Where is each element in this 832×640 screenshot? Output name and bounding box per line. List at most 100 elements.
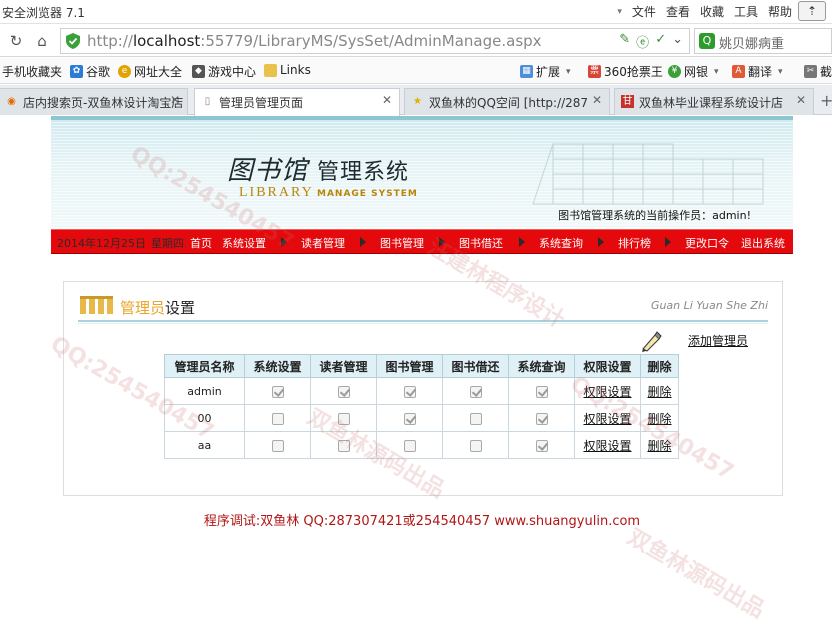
delete-link[interactable]: 删除 [647,439,671,453]
pin-window-button[interactable]: ⇡ [798,1,826,21]
admin-table: 管理员名称 系统设置 读者管理 图书管理 图书借还 系统查询 权限设置 删除 a… [164,354,679,459]
nav-reader-management[interactable]: 读者管理 [301,235,345,251]
checkbox-system-settings[interactable] [271,385,284,398]
checkbox-reader-management[interactable] [337,439,350,452]
edit-page-icon[interactable]: ✎ [619,32,630,51]
logo-subtitle-manage: MANAGE SYSTEM [317,189,418,199]
perm-cell-book-management [376,431,443,459]
nav-date: 2014年12月25日 星期四 [57,237,184,250]
library-building-image [532,143,764,205]
nav-system-settings[interactable]: 系统设置 [222,235,266,251]
taobao-icon: ◉ [7,96,16,107]
delete-link[interactable]: 删除 [647,412,671,426]
chevron-down-icon: ▾ [714,66,719,77]
nav-book-borrow-return[interactable]: 图书借还 [459,235,503,251]
fav-ticket[interactable]: 票 360抢票王 [588,63,663,80]
checkbox-system-settings[interactable] [271,439,284,452]
tab-admin-manage[interactable]: ▯ 管理员管理页面 ✕ [194,88,400,116]
reload-icon[interactable]: ↻ [6,31,26,51]
delete-cell: 删除 [640,377,679,405]
nav-logout[interactable]: 退出系统 [741,235,785,251]
page-icon: ▯ [204,96,211,107]
paw-icon: ✿ [70,65,83,78]
section-mark-icon [80,296,113,314]
checkbox-system-query[interactable] [535,385,548,398]
checkbox-book-borrow-return[interactable] [469,439,482,452]
menu-favorites[interactable]: 收藏 [700,3,724,20]
perm-cell-reader-management [310,431,377,459]
chevron-down-icon[interactable]: ▾ [617,7,622,17]
nav-ranking[interactable]: 排行榜 [618,235,651,251]
nav-arrow-icon [598,237,604,247]
tab-taobao-search[interactable]: ◉ 店内搜索页-双鱼林设计淘宝店 ✕ [0,88,188,115]
search-input[interactable]: Q 姚贝娜病重 [694,28,832,54]
delete-cell: 删除 [640,404,679,432]
checkbox-book-borrow-return[interactable] [469,412,482,425]
tab-graduation-shop[interactable]: 甘 双鱼林毕业课程系统设计店 ✕ [614,88,814,115]
favorite-check-icon[interactable]: ✓ [655,32,666,51]
nav-arrow-icon [665,237,671,247]
star-icon: ★ [413,96,422,107]
permission-setting-link[interactable]: 权限设置 [583,439,631,453]
close-icon[interactable]: ✕ [592,93,602,107]
chevron-down-icon[interactable]: ⌄ [672,32,683,51]
delete-link[interactable]: 删除 [647,385,671,399]
url-input[interactable]: http://localhost:55779/LibraryMS/SysSet/… [60,28,690,54]
fav-screenshot[interactable]: ✂截图 [804,63,832,80]
fav-site-directory[interactable]: e 网址大全 [118,63,182,80]
nav-change-password[interactable]: 更改口令 [685,235,729,251]
search-text: 姚贝娜病重 [719,37,785,52]
ie-compat-icon[interactable]: ⓔ [636,32,649,51]
panel-header: 管理员设置 Guan Li Yuan She Zhi [78,294,768,320]
table-row: 00 权限设置 删除 [164,404,679,432]
menu-view[interactable]: 查看 [666,3,690,20]
fav-google[interactable]: ✿ 谷歌 [70,63,110,80]
fav-mobile[interactable]: 手机收藏夹 [2,63,62,80]
checkbox-book-management[interactable] [403,412,416,425]
nav-system-query[interactable]: 系统查询 [539,235,583,251]
permission-setting-link[interactable]: 权限设置 [583,412,631,426]
header-banner: 图书馆 管理系统 LIBRARY MANAGE SYSTEM 图书馆管理系统的当… [51,116,793,228]
checkbox-system-query[interactable] [535,412,548,425]
nav-book-management[interactable]: 图书管理 [380,235,424,251]
col-permission-setting: 权限设置 [574,354,641,378]
panel-pinyin: Guan Li Yuan She Zhi [650,299,768,312]
checkbox-book-management[interactable] [403,385,416,398]
menu-help[interactable]: 帮助 [768,3,792,20]
table-row: admin 权限设置 删除 [164,377,679,405]
col-reader-management: 读者管理 [310,354,377,378]
add-admin-row: 添加管理员 [641,331,748,352]
checkbox-book-borrow-return[interactable] [469,385,482,398]
close-icon[interactable]: ✕ [796,93,806,107]
checkbox-reader-management[interactable] [337,385,350,398]
address-bar: ↻ ⌂ http://localhost:55779/LibraryMS/Sys… [0,25,832,57]
close-icon[interactable]: ✕ [382,93,392,107]
fav-links[interactable]: Links [264,63,311,77]
permission-setting-link[interactable]: 权限设置 [583,385,631,399]
favorites-bar: 手机收藏夹 ✿ 谷歌 e 网址大全 ◆ 游戏中心 Links ▦ 扩展 ▾ 票 360抢票王… [0,58,832,84]
checkbox-system-query[interactable] [535,439,548,452]
menu-tools[interactable]: 工具 [734,3,758,20]
perm-cell-system-settings [244,404,311,432]
perm-cell-book-borrow-return [442,404,509,432]
new-tab-icon[interactable]: + [820,91,832,110]
col-system-settings: 系统设置 [244,354,311,378]
fav-game-center[interactable]: ◆ 游戏中心 [192,63,256,80]
fav-bank[interactable]: ¥ 网银 ▾ [668,63,719,80]
fav-extensions[interactable]: ▦ 扩展 ▾ [520,63,571,80]
checkbox-reader-management[interactable] [337,412,350,425]
tab-qq-space[interactable]: ★ 双鱼林的QQ空间 [http://287 ✕ [404,88,610,115]
nav-home[interactable]: 首页 [190,235,212,251]
page-viewport: 图书馆 管理系统 LIBRARY MANAGE SYSTEM 图书馆管理系统的当… [0,116,832,640]
nav-arrow-icon [519,237,525,247]
add-admin-link[interactable]: 添加管理员 [688,334,748,348]
perm-cell-system-query [508,377,575,405]
close-icon[interactable]: ✕ [170,93,180,107]
checkbox-system-settings[interactable] [271,412,284,425]
perm-cell-system-settings [244,431,311,459]
fav-translate[interactable]: A 翻译 ▾ [732,63,783,80]
home-icon[interactable]: ⌂ [32,31,52,51]
menu-file[interactable]: 文件 [632,3,656,20]
permission-cell: 权限设置 [574,404,641,432]
checkbox-book-management[interactable] [403,439,416,452]
